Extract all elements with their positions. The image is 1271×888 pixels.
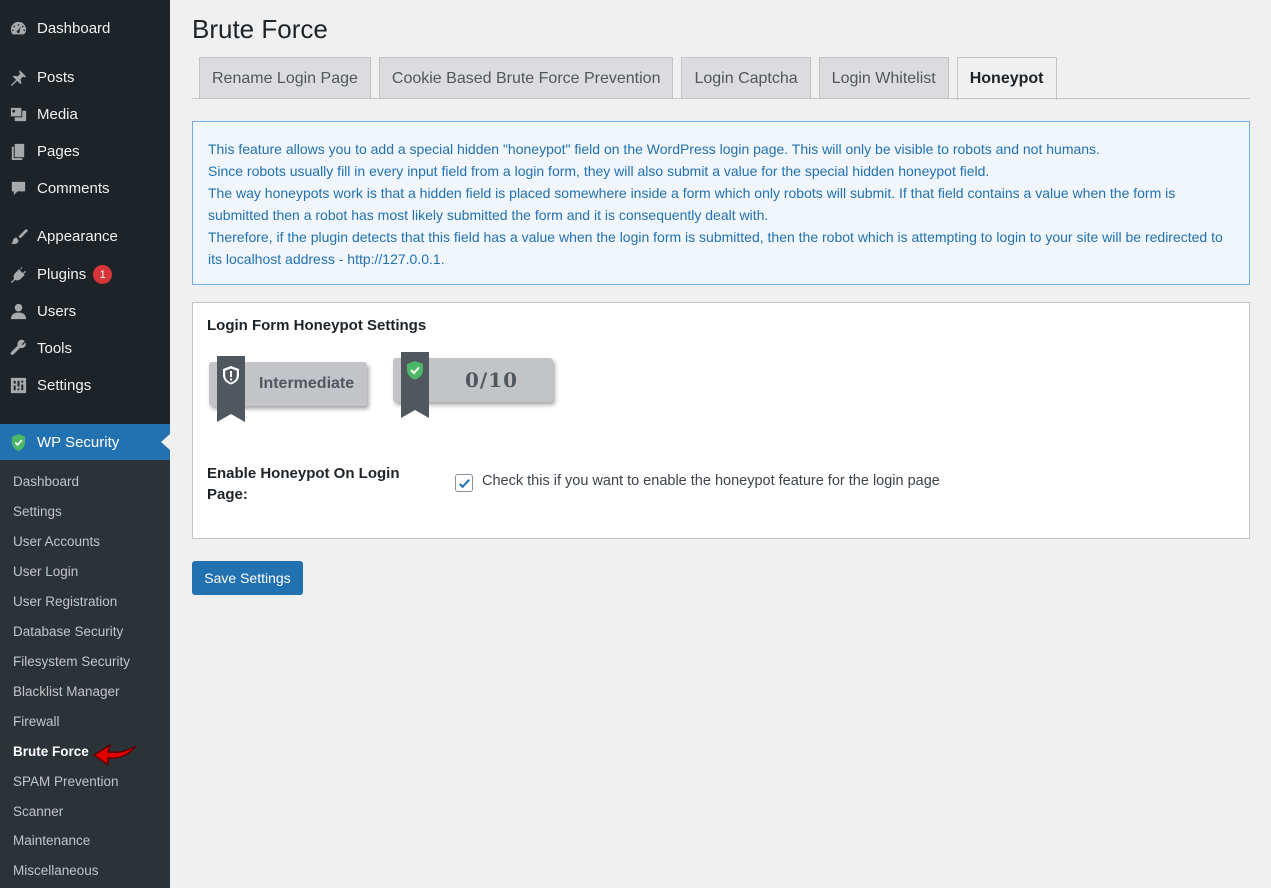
- info-paragraph: This feature allows you to add a special…: [208, 141, 1100, 157]
- settings-icon: [8, 376, 28, 396]
- menu-item-label: Comments: [37, 180, 110, 197]
- pin-icon: [8, 68, 28, 88]
- menu-item-label: Posts: [37, 69, 75, 86]
- security-score-value: 0/10: [465, 368, 519, 392]
- submenu-miscellaneous[interactable]: Miscellaneous: [13, 863, 99, 878]
- menu-item-label: Tools: [37, 340, 73, 357]
- submenu-firewall[interactable]: Firewall: [13, 714, 60, 729]
- active-menu-arrow: [161, 434, 170, 450]
- menu-item-comments[interactable]: Comments: [0, 170, 170, 207]
- honeypot-info-notice: This feature allows you to add a special…: [192, 121, 1250, 285]
- pages-icon: [8, 142, 28, 162]
- menu-item-media[interactable]: Media: [0, 96, 170, 133]
- menu-item-label: Media: [37, 106, 78, 123]
- security-level-label: Intermediate: [259, 375, 355, 392]
- user-icon: [8, 302, 28, 322]
- submenu-blacklist-manager[interactable]: Blacklist Manager: [13, 684, 120, 699]
- menu-item-label: Settings: [37, 377, 92, 394]
- wp-security-submenu: Dashboard Settings User Accounts User Lo…: [0, 460, 170, 888]
- info-paragraph: Therefore, if the plugin detects that th…: [208, 229, 1223, 267]
- comment-icon: [8, 179, 28, 199]
- menu-item-appearance[interactable]: Appearance: [0, 218, 170, 255]
- menu-item-settings[interactable]: Settings: [0, 367, 170, 404]
- menu-item-tools[interactable]: Tools: [0, 330, 170, 367]
- tab-bar: Rename Login Page Cookie Based Brute For…: [199, 57, 1057, 100]
- security-level-badge: Intermediate: [209, 356, 367, 422]
- submenu-scanner[interactable]: Scanner: [13, 804, 63, 819]
- submenu-spam-prevention[interactable]: SPAM Prevention: [13, 774, 119, 789]
- info-paragraph: Since robots usually fill in every input…: [208, 163, 990, 179]
- enable-honeypot-description: Check this if you want to enable the hon…: [482, 473, 940, 489]
- info-paragraph: The way honeypots work is that a hidden …: [208, 185, 1176, 223]
- menu-item-label: Plugins: [37, 266, 87, 283]
- save-settings-button[interactable]: Save Settings: [192, 561, 303, 595]
- update-count-badge: 1: [93, 265, 113, 284]
- submenu-user-registration[interactable]: User Registration: [13, 594, 117, 609]
- wrench-icon: [8, 339, 28, 359]
- tab-cookie-based-brute-force-prevention[interactable]: Cookie Based Brute Force Prevention: [378, 57, 674, 99]
- submenu-user-accounts[interactable]: User Accounts: [13, 534, 100, 549]
- security-score-badge: 0/10: [393, 352, 553, 418]
- submenu-filesystem-security[interactable]: Filesystem Security: [13, 654, 130, 669]
- ribbon-shield-check-icon: [401, 352, 429, 418]
- menu-item-posts[interactable]: Posts: [0, 59, 170, 96]
- checkmark-icon: [458, 478, 470, 488]
- menu-item-wp-security[interactable]: WP Security: [0, 424, 170, 460]
- menu-item-dashboard[interactable]: Dashboard: [0, 10, 170, 47]
- submenu-brute-force[interactable]: Brute Force: [13, 744, 89, 759]
- tabs-divider: [192, 98, 1250, 99]
- menu-item-label: Dashboard: [37, 20, 111, 37]
- submenu-database-security[interactable]: Database Security: [13, 624, 123, 639]
- honeypot-settings-panel: Login Form Honeypot Settings Enable Hone…: [192, 302, 1250, 539]
- settings-panel-title: Login Form Honeypot Settings: [207, 317, 427, 334]
- ribbon-warning-icon: [217, 356, 245, 422]
- plugin-icon: [8, 265, 28, 285]
- submenu-maintenance[interactable]: Maintenance: [13, 833, 90, 848]
- menu-item-label: Pages: [37, 143, 80, 160]
- submenu-settings[interactable]: Settings: [13, 504, 62, 519]
- menu-item-pages[interactable]: Pages: [0, 133, 170, 170]
- tab-login-whitelist[interactable]: Login Whitelist: [818, 57, 949, 99]
- paintbrush-icon: [8, 227, 28, 247]
- enable-honeypot-checkbox[interactable]: [455, 474, 473, 492]
- menu-item-users[interactable]: Users: [0, 293, 170, 330]
- submenu-dashboard[interactable]: Dashboard: [13, 474, 79, 489]
- shield-icon: [8, 432, 28, 452]
- menu-item-label: Appearance: [37, 228, 118, 245]
- tab-honeypot[interactable]: Honeypot: [956, 57, 1057, 100]
- menu-item-plugins[interactable]: Plugins 1: [0, 256, 170, 293]
- tab-rename-login-page[interactable]: Rename Login Page: [199, 57, 371, 99]
- admin-sidebar: Dashboard Posts Media Pages Comments App…: [0, 0, 170, 888]
- enable-honeypot-label: Enable Honeypot On Login Page:: [207, 465, 400, 503]
- menu-item-label: WP Security: [37, 433, 120, 451]
- page-title: Brute Force: [192, 14, 328, 44]
- submenu-user-login[interactable]: User Login: [13, 564, 78, 579]
- tab-login-captcha[interactable]: Login Captcha: [681, 57, 811, 99]
- red-pointer-arrow-icon: [92, 743, 137, 767]
- dashboard-icon: [8, 19, 28, 39]
- media-icon: [8, 105, 28, 125]
- menu-item-label: Users: [37, 303, 77, 320]
